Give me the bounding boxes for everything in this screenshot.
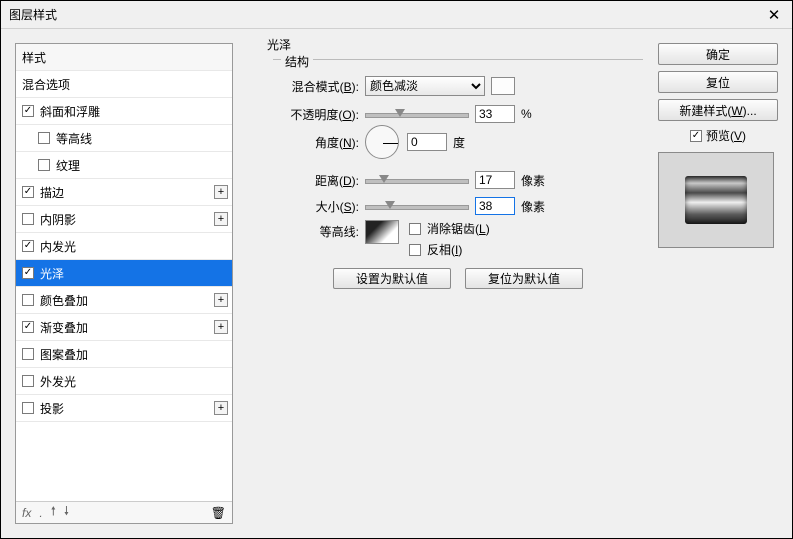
style-item-label: 颜色叠加	[40, 292, 88, 309]
contour-picker[interactable]	[365, 220, 399, 244]
invert-label: 反相(I)	[427, 241, 462, 258]
fx-icon[interactable]: fx	[22, 506, 31, 520]
window-title: 图层样式	[9, 6, 57, 23]
style-checkbox[interactable]	[22, 321, 34, 333]
distance-slider[interactable]	[365, 173, 469, 187]
style-item-label: 纹理	[56, 157, 80, 174]
preview-checkbox[interactable]	[690, 130, 702, 142]
styles-header: 样式	[16, 44, 232, 71]
blend-options-row[interactable]: 混合选项	[16, 71, 232, 98]
reset-default-button[interactable]: 复位为默认值	[465, 268, 583, 289]
angle-dial[interactable]	[365, 125, 399, 159]
add-effect-icon[interactable]: +	[214, 401, 228, 415]
opacity-input[interactable]	[475, 105, 515, 123]
color-swatch[interactable]	[491, 77, 515, 95]
style-item-label: 内发光	[40, 238, 76, 255]
preview-box	[658, 152, 774, 248]
add-effect-icon[interactable]: +	[214, 320, 228, 334]
add-effect-icon[interactable]: +	[214, 185, 228, 199]
down-icon[interactable]: 🠗	[64, 502, 69, 523]
distance-label: 距离(D):	[273, 172, 365, 189]
add-effect-icon[interactable]: +	[214, 212, 228, 226]
preview-label: 预览(V)	[706, 127, 746, 144]
contour-label: 等高线:	[273, 220, 365, 240]
style-row-6[interactable]: 光泽	[16, 260, 232, 287]
style-item-label: 投影	[40, 400, 64, 417]
trash-icon[interactable]: 🗑	[211, 506, 226, 520]
style-item-label: 外发光	[40, 373, 76, 390]
style-checkbox[interactable]	[22, 375, 34, 387]
size-slider[interactable]	[365, 199, 469, 213]
style-checkbox[interactable]	[22, 294, 34, 306]
style-checkbox[interactable]	[22, 348, 34, 360]
styles-panel: 样式混合选项斜面和浮雕等高线纹理描边 + 内阴影 + 内发光光泽颜色叠加 + 渐变叠加 + 图案…	[15, 43, 233, 524]
group-title: 光泽	[263, 36, 295, 53]
style-checkbox[interactable]	[22, 213, 34, 225]
style-checkbox[interactable]	[38, 159, 50, 171]
opacity-unit: %	[521, 107, 532, 121]
style-item-label: 内阴影	[40, 211, 76, 228]
new-style-button[interactable]: 新建样式(W)...	[658, 99, 778, 121]
style-item-label: 等高线	[56, 130, 92, 147]
style-checkbox[interactable]	[22, 402, 34, 414]
angle-unit: 度	[453, 134, 465, 151]
style-row-9[interactable]: 图案叠加	[16, 341, 232, 368]
style-item-label: 图案叠加	[40, 346, 88, 363]
style-item-label: 光泽	[40, 265, 64, 282]
angle-label: 角度(N):	[273, 134, 365, 151]
style-row-0[interactable]: 斜面和浮雕	[16, 98, 232, 125]
blendmode-select[interactable]: 颜色减淡	[365, 76, 485, 96]
size-input[interactable]	[475, 197, 515, 215]
up-icon[interactable]: 🠕	[51, 502, 56, 523]
distance-unit: 像素	[521, 172, 545, 189]
style-row-11[interactable]: 投影 +	[16, 395, 232, 422]
cancel-button[interactable]: 复位	[658, 71, 778, 93]
antialias-label: 消除锯齿(L)	[427, 220, 490, 237]
preview-thumbnail	[685, 176, 747, 224]
style-row-10[interactable]: 外发光	[16, 368, 232, 395]
invert-checkbox[interactable]	[409, 244, 421, 256]
style-row-5[interactable]: 内发光	[16, 233, 232, 260]
opacity-slider[interactable]	[365, 107, 469, 121]
ok-button[interactable]: 确定	[658, 43, 778, 65]
style-item-label: 斜面和浮雕	[40, 103, 100, 120]
style-checkbox[interactable]	[22, 105, 34, 117]
style-row-7[interactable]: 颜色叠加 +	[16, 287, 232, 314]
add-effect-icon[interactable]: +	[214, 293, 228, 307]
close-icon[interactable]: ✕	[764, 6, 784, 24]
style-checkbox[interactable]	[22, 240, 34, 252]
style-item-label: 描边	[40, 184, 64, 201]
style-row-4[interactable]: 内阴影 +	[16, 206, 232, 233]
blendmode-label: 混合模式(B):	[273, 78, 365, 95]
size-unit: 像素	[521, 198, 545, 215]
style-checkbox[interactable]	[22, 267, 34, 279]
antialias-checkbox[interactable]	[409, 223, 421, 235]
style-checkbox[interactable]	[22, 186, 34, 198]
distance-input[interactable]	[475, 171, 515, 189]
style-item-label: 渐变叠加	[40, 319, 88, 336]
opacity-label: 不透明度(O):	[273, 106, 365, 123]
style-row-1[interactable]: 等高线	[16, 125, 232, 152]
angle-input[interactable]	[407, 133, 447, 151]
style-row-8[interactable]: 渐变叠加 +	[16, 314, 232, 341]
style-checkbox[interactable]	[38, 132, 50, 144]
style-row-2[interactable]: 纹理	[16, 152, 232, 179]
size-label: 大小(S):	[273, 198, 365, 215]
set-default-button[interactable]: 设置为默认值	[333, 268, 451, 289]
style-row-3[interactable]: 描边 +	[16, 179, 232, 206]
styles-toolbar: fx. 🠕 🠗 🗑	[16, 501, 232, 523]
subgroup-title: 结构	[281, 53, 313, 70]
